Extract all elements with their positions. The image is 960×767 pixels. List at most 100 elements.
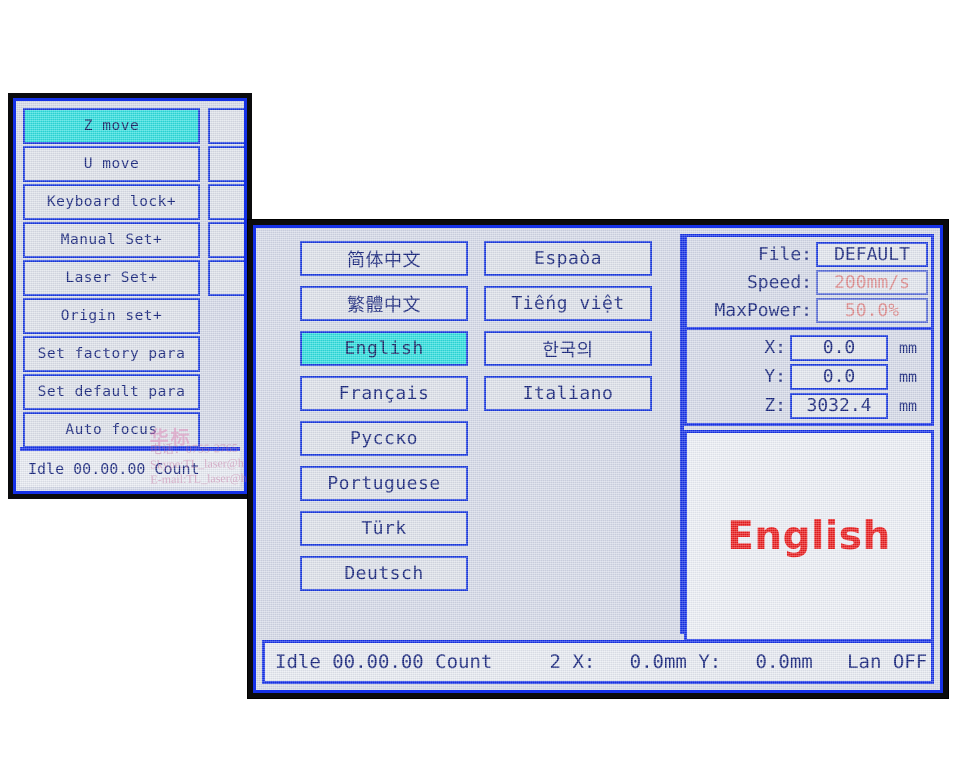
back-menu-item-5-label: Origin set+	[60, 308, 163, 324]
back-menu-item-0-label: Z move	[83, 118, 140, 134]
front-status-state: Idle 00.00.00 Count	[275, 651, 493, 673]
back-menu-item-r-4[interactable]: Ax	[208, 260, 244, 296]
front-screen-area: 简体中文 Espaòa 繁體中文 Tiếng việt English 한국의 França…	[253, 225, 943, 693]
menu-spacer	[208, 374, 244, 410]
menu-spacer	[208, 412, 244, 448]
front-coord-axis-label-1: Y:	[764, 366, 786, 387]
front-coord-unit-2: mm	[898, 396, 918, 415]
back-menu-item-6[interactable]: Set factory para	[23, 336, 200, 372]
back-menu-item-0[interactable]: Z move	[23, 108, 200, 144]
front-status-x-value: 0.0mm	[629, 651, 687, 673]
front-job-info: File: DEFAULT Speed: 200mm/s MaxPower: 5…	[684, 234, 934, 330]
front-coord-value-2[interactable]: 3032.4	[790, 392, 888, 419]
language-button-italiano[interactable]: Italiano	[484, 376, 652, 411]
front-file-value[interactable]: DEFAULT	[816, 241, 928, 267]
language-button-english-label: English	[344, 338, 424, 359]
front-coord-value-0[interactable]: 0.0	[790, 334, 888, 361]
language-grid: 简体中文 Espaòa 繁體中文 Tiếng việt English 한국의 França…	[300, 236, 652, 416]
front-status-lan: Lan OFF	[847, 651, 928, 673]
back-menu-item-3[interactable]: Manual Set+	[23, 222, 200, 258]
front-maxpower-value[interactable]: 50.0%	[816, 297, 928, 323]
back-menu-item-4-label: Laser Set+	[65, 270, 158, 286]
language-button-extra-0[interactable]: Русско	[300, 421, 468, 456]
language-extra-cell-1: Portuguese	[300, 461, 468, 506]
back-menu-item-6-label: Set factory para	[37, 346, 186, 362]
back-menu-item-8[interactable]: Auto focus	[23, 412, 200, 448]
front-status-gap2	[561, 651, 572, 673]
language-button-italiano-label: Italiano	[522, 383, 614, 404]
front-coord-row-0: X: 0.0 mm	[690, 333, 928, 362]
language-cell-5: 한국의	[484, 326, 652, 371]
back-menu-grid: Z move Language+ U move IP config+ Keyboard …	[20, 105, 244, 448]
front-coordinate-block: X: 0.0 mm Y: 0.0 mm Z: 3032.4 mm	[684, 330, 934, 426]
back-menu-item-5[interactable]: Origin set+	[23, 298, 200, 334]
language-button-fran-ais[interactable]: Français	[300, 376, 468, 411]
language-cell-4: English	[300, 326, 468, 371]
language-button-portuguese[interactable]: Portuguese	[300, 466, 468, 501]
language-cell-0: 简体中文	[300, 236, 468, 281]
language-cell-1: Espaòa	[484, 236, 652, 281]
back-menu-item-2-label: Keyboard lock+	[46, 194, 177, 210]
front-speed-value[interactable]: 200mm/s	[816, 269, 928, 295]
back-menu-item-4[interactable]: Laser Set+	[23, 260, 200, 296]
back-menu-item-r-3[interactable]: Scr	[208, 222, 244, 258]
language-cell-3: Tiếng việt	[484, 281, 652, 326]
front-status-gap1	[492, 651, 549, 673]
back-controller-screen: Z move Language+ U move IP config+ Keyboard …	[8, 93, 252, 499]
front-maxpower-row: MaxPower: 50.0%	[690, 296, 928, 324]
back-menu-item-r-0[interactable]: Language+	[208, 108, 244, 144]
menu-spacer	[208, 298, 244, 334]
front-status-bar: Idle 00.00.00 Count 2 X: 0.0mm Y: 0.0mm …	[262, 640, 934, 684]
back-status-text: Idle 00.00.00 Count	[28, 460, 200, 478]
front-status-gap4	[687, 651, 698, 673]
front-file-label: File:	[757, 243, 812, 265]
language-preview-text: English	[727, 513, 891, 559]
back-screen-area: Z move Language+ U move IP config+ Keyboard …	[13, 98, 247, 494]
language-button-[interactable]: 繁體中文	[300, 286, 468, 321]
back-menu-item-3-label: Manual Set+	[60, 232, 163, 248]
language-button-[interactable]: 简体中文	[300, 241, 468, 276]
back-menu-item-r-2[interactable]: Diagnoses+	[208, 184, 244, 220]
language-button-deutsch[interactable]: Deutsch	[300, 556, 468, 591]
language-button-english[interactable]: English	[300, 331, 468, 366]
back-menu-item-1[interactable]: U move	[23, 146, 200, 182]
back-menu-item-1-label: U move	[83, 156, 140, 172]
language-button-portuguese-label: Portuguese	[327, 473, 441, 494]
back-menu-item-2[interactable]: Keyboard lock+	[23, 184, 200, 220]
language-preview-area: English	[684, 430, 934, 642]
front-speed-row: Speed: 200mm/s	[690, 268, 928, 296]
front-coord-axis-label-2: Z:	[764, 395, 786, 416]
front-coord-unit-0: mm	[898, 338, 918, 357]
language-button-[interactable]: 한국의	[484, 331, 652, 366]
front-coord-unit-1: mm	[898, 367, 918, 386]
back-status-bar: Idle 00.00.00 Count	[20, 447, 240, 487]
language-cell-6: Français	[300, 371, 468, 416]
language-button--label: 한국의	[542, 339, 594, 361]
language-button-espa-a[interactable]: Espaòa	[484, 241, 652, 276]
language-button-deutsch-label: Deutsch	[344, 563, 424, 584]
back-menu-item-r-1[interactable]: IP config+	[208, 146, 244, 182]
back-menu-item-8-label: Auto focus	[65, 422, 158, 438]
front-info-column: File: DEFAULT Speed: 200mm/s MaxPower: 5…	[684, 234, 934, 642]
front-status-y-value: 0.0mm	[755, 651, 813, 673]
language-extra-list: Русско Portuguese Türk Deutsch	[300, 416, 468, 596]
front-coord-value-1[interactable]: 0.0	[790, 363, 888, 390]
front-status-x-label: X:	[572, 651, 596, 673]
front-coord-row-1: Y: 0.0 mm	[690, 362, 928, 391]
back-menu-item-7-label: Set default para	[37, 384, 186, 400]
menu-spacer	[208, 336, 244, 372]
language-button-ti-ng-vi-t[interactable]: Tiếng việt	[484, 286, 652, 321]
language-button--label: 繁體中文	[347, 294, 421, 316]
front-status-count: 2	[549, 651, 561, 673]
language-button-extra-0-label: Русско	[349, 428, 419, 449]
front-maxpower-label: MaxPower:	[714, 299, 812, 321]
front-status-gap5	[721, 651, 755, 673]
front-status-y-label: Y:	[698, 651, 722, 673]
language-button-ti-ng-vi-t-label: Tiếng việt	[511, 293, 625, 314]
language-extra-cell-0: Русско	[300, 416, 468, 461]
front-speed-label: Speed:	[746, 271, 812, 293]
back-menu-item-7[interactable]: Set default para	[23, 374, 200, 410]
language-button-t-rk[interactable]: Türk	[300, 511, 468, 546]
front-coord-row-2: Z: 3032.4 mm	[690, 391, 928, 420]
front-status-gap6	[813, 651, 847, 673]
